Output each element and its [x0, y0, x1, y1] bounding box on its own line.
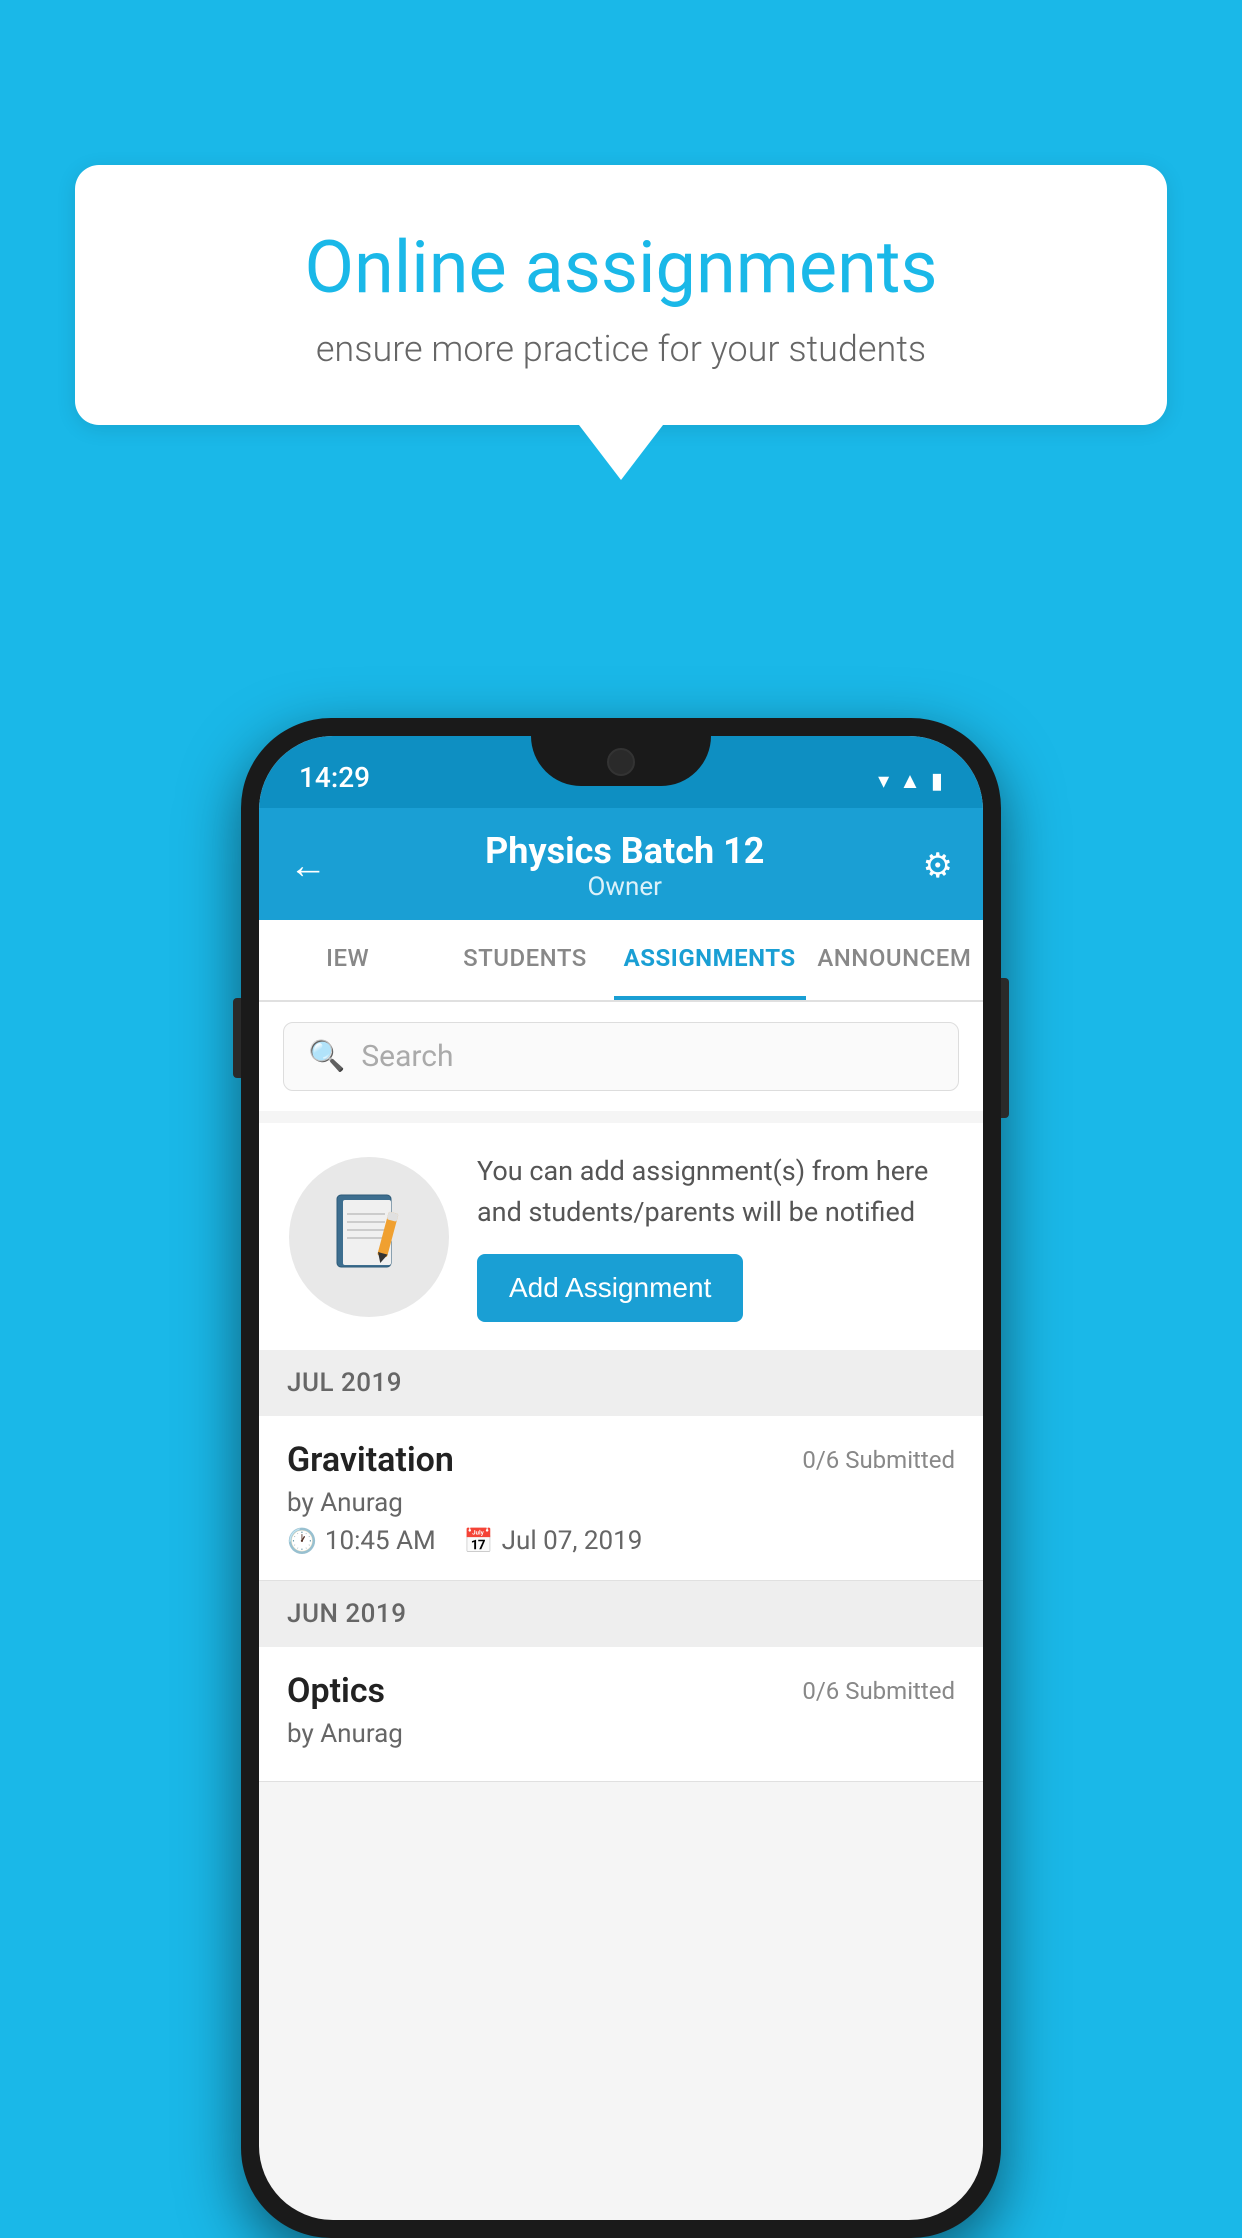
- phone-notch: [531, 736, 711, 786]
- add-assignment-button[interactable]: Add Assignment: [477, 1254, 743, 1322]
- info-card: You can add assignment(s) from here and …: [259, 1123, 983, 1350]
- assignment-author-optics: by Anurag: [287, 1719, 955, 1749]
- speech-bubble-title: Online assignments: [145, 225, 1097, 310]
- assignment-submitted-optics: 0/6 Submitted: [802, 1677, 955, 1705]
- settings-button[interactable]: ⚙: [923, 846, 953, 886]
- search-icon: 🔍: [308, 1039, 345, 1074]
- assignment-time: 🕐 10:45 AM: [287, 1526, 436, 1556]
- assignment-top: Gravitation 0/6 Submitted: [287, 1440, 955, 1480]
- assignment-date: 📅 Jul 07, 2019: [464, 1526, 643, 1556]
- batch-role: Owner: [485, 872, 764, 902]
- back-button[interactable]: ←: [289, 844, 327, 888]
- speech-bubble-container: Online assignments ensure more practice …: [75, 165, 1167, 480]
- status-icons: ▾ ▲ ▮: [878, 768, 943, 794]
- assignment-item-optics[interactable]: Optics 0/6 Submitted by Anurag: [259, 1647, 983, 1782]
- assignment-name: Gravitation: [287, 1440, 454, 1480]
- batch-title: Physics Batch 12: [485, 830, 764, 872]
- phone-camera: [607, 748, 635, 776]
- tab-announcements[interactable]: ANNOUNCEM: [806, 920, 983, 1000]
- tab-students[interactable]: STUDENTS: [436, 920, 613, 1000]
- notebook-icon: [329, 1192, 409, 1282]
- volume-button: [233, 998, 241, 1078]
- info-content: You can add assignment(s) from here and …: [477, 1151, 953, 1322]
- section-header-jun: JUN 2019: [259, 1581, 983, 1647]
- assignment-submitted: 0/6 Submitted: [802, 1446, 955, 1474]
- battery-icon: ▮: [931, 769, 943, 794]
- search-placeholder: Search: [361, 1039, 453, 1074]
- info-icon-circle: [289, 1157, 449, 1317]
- wifi-icon: ▾: [878, 769, 889, 794]
- tab-assignments[interactable]: ASSIGNMENTS: [614, 920, 806, 1000]
- status-time: 14:29: [299, 761, 370, 794]
- assignment-item-gravitation[interactable]: Gravitation 0/6 Submitted by Anurag 🕐 10…: [259, 1416, 983, 1581]
- phone-frame: 14:29 ▾ ▲ ▮ ← Physics Batch 12 Owner ⚙ I…: [241, 718, 1001, 2238]
- clock-icon: 🕐: [287, 1527, 317, 1555]
- signal-icon: ▲: [899, 768, 921, 794]
- tab-iew[interactable]: IEW: [259, 920, 436, 1000]
- power-button: [1001, 978, 1009, 1118]
- assignment-meta: 🕐 10:45 AM 📅 Jul 07, 2019: [287, 1526, 955, 1556]
- speech-bubble: Online assignments ensure more practice …: [75, 165, 1167, 425]
- assignment-date-value: Jul 07, 2019: [502, 1526, 643, 1556]
- assignment-author: by Anurag: [287, 1488, 955, 1518]
- speech-bubble-subtitle: ensure more practice for your students: [145, 328, 1097, 370]
- tabs-container: IEW STUDENTS ASSIGNMENTS ANNOUNCEM: [259, 920, 983, 1002]
- search-bar[interactable]: 🔍 Search: [283, 1022, 959, 1091]
- speech-bubble-arrow: [579, 425, 663, 480]
- section-header-jul: JUL 2019: [259, 1350, 983, 1416]
- info-description: You can add assignment(s) from here and …: [477, 1151, 953, 1232]
- search-container: 🔍 Search: [259, 1002, 983, 1111]
- app-header: ← Physics Batch 12 Owner ⚙: [259, 808, 983, 920]
- calendar-icon: 📅: [464, 1527, 494, 1555]
- phone-screen: 14:29 ▾ ▲ ▮ ← Physics Batch 12 Owner ⚙ I…: [259, 736, 983, 2220]
- header-center: Physics Batch 12 Owner: [485, 830, 764, 902]
- assignment-name-optics: Optics: [287, 1671, 385, 1711]
- assignment-time-value: 10:45 AM: [325, 1526, 436, 1556]
- assignment-top-optics: Optics 0/6 Submitted: [287, 1671, 955, 1711]
